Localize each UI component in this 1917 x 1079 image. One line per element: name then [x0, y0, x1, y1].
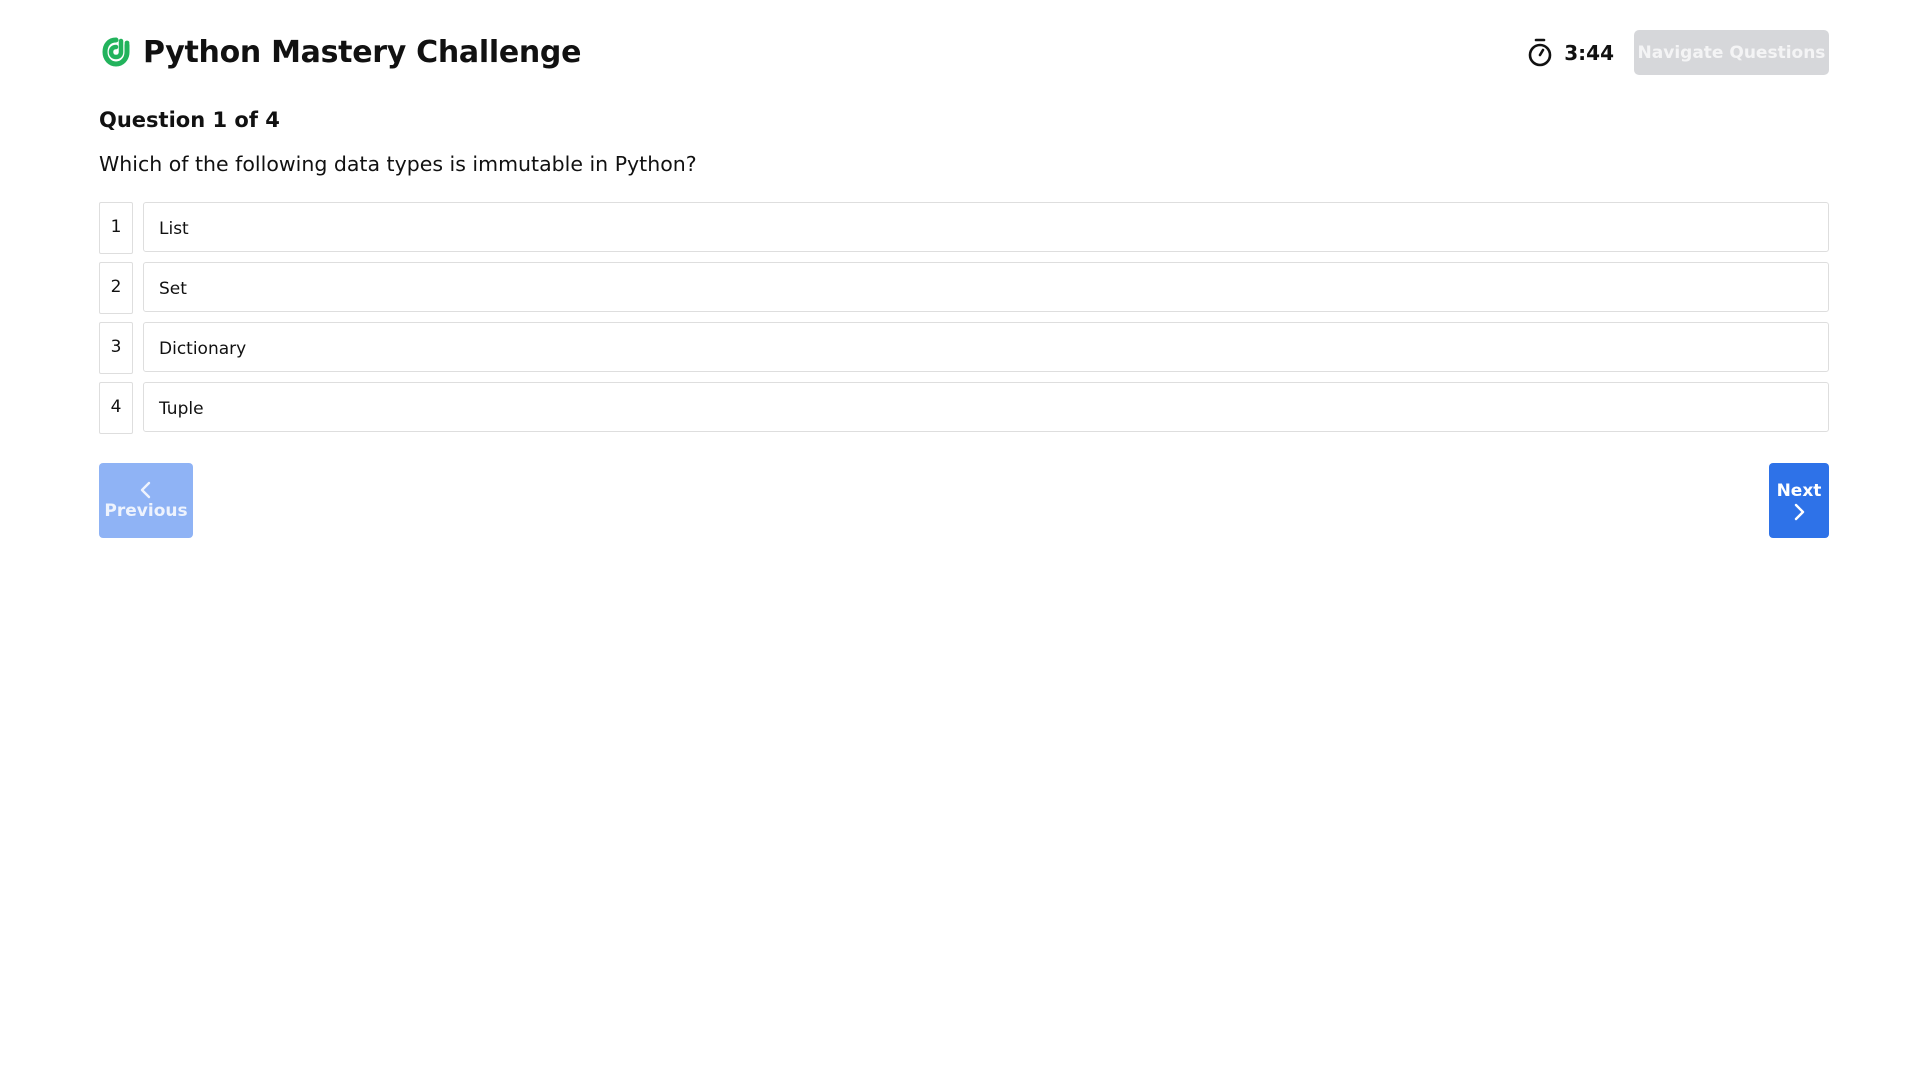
- navigate-questions-button[interactable]: Navigate Questions: [1634, 30, 1829, 75]
- option-number[interactable]: 4: [99, 382, 133, 434]
- timer-value: 3:44: [1564, 40, 1614, 65]
- answer-option[interactable]: 4 Tuple: [99, 382, 1829, 434]
- answer-option[interactable]: 2 Set: [99, 262, 1829, 314]
- answer-option[interactable]: 3 Dictionary: [99, 322, 1829, 374]
- next-label: Next: [1776, 480, 1822, 501]
- option-label[interactable]: List: [143, 202, 1829, 252]
- stopwatch-icon: [1526, 37, 1554, 69]
- answer-option[interactable]: 1 List: [99, 202, 1829, 254]
- option-label[interactable]: Set: [143, 262, 1829, 312]
- chevron-left-icon: [138, 480, 154, 500]
- option-number[interactable]: 3: [99, 322, 133, 374]
- timer: 3:44: [1526, 37, 1614, 69]
- previous-label: Previous: [104, 500, 188, 521]
- header: Python Mastery Challenge 3:44 Navigate Q…: [99, 28, 1829, 76]
- quiz-page: Python Mastery Challenge 3:44 Navigate Q…: [0, 0, 1917, 1079]
- option-number[interactable]: 2: [99, 262, 133, 314]
- next-button[interactable]: Next: [1769, 463, 1829, 538]
- previous-button[interactable]: Previous: [99, 463, 193, 538]
- header-actions: 3:44 Navigate Questions: [1526, 30, 1829, 75]
- option-label[interactable]: Dictionary: [143, 322, 1829, 372]
- python-logo-icon: [99, 35, 133, 69]
- question-counter: Question 1 of 4: [99, 108, 280, 132]
- answer-options: 1 List 2 Set 3 Dictionary 4 Tuple: [99, 202, 1829, 442]
- chevron-right-icon: [1791, 502, 1807, 522]
- option-label[interactable]: Tuple: [143, 382, 1829, 432]
- question-text: Which of the following data types is imm…: [99, 152, 697, 176]
- brand: Python Mastery Challenge: [99, 28, 581, 76]
- option-number[interactable]: 1: [99, 202, 133, 254]
- app-title: Python Mastery Challenge: [143, 34, 582, 70]
